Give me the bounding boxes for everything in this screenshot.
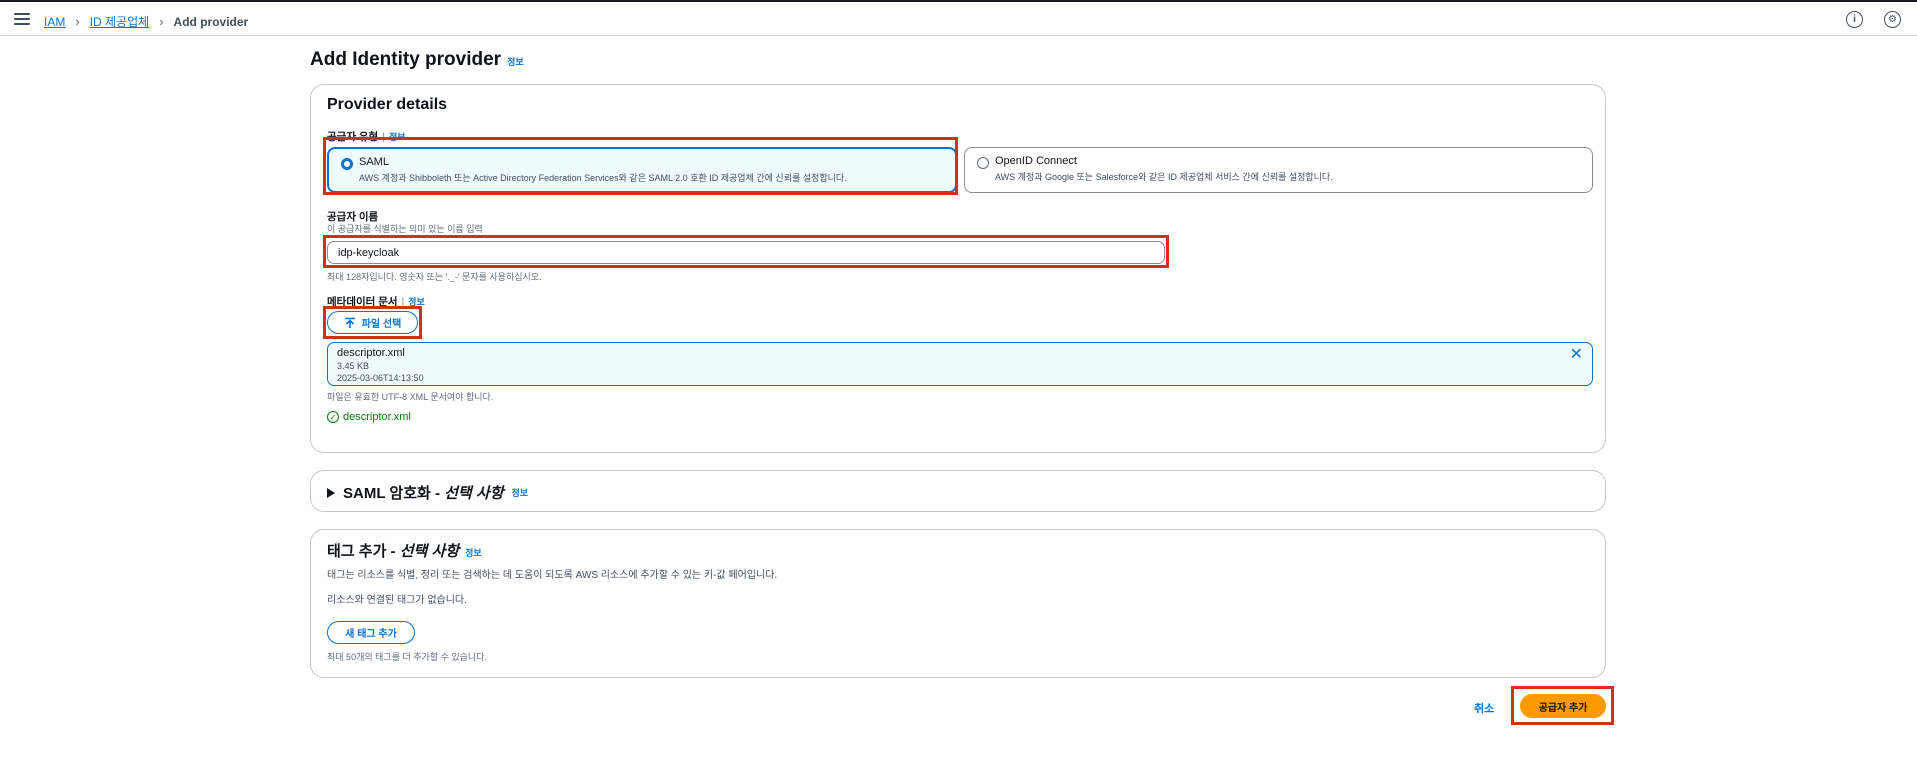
chevron-right-icon: › bbox=[159, 14, 164, 29]
file-hint: 파일은 유효한 UTF-8 XML 문서여야 합니다. bbox=[327, 392, 494, 402]
tags-description: 태그는 리소스를 식별, 정리 또는 검색하는 데 도움이 되도록 AWS 리소… bbox=[327, 570, 778, 581]
metadata-document-label-text: 메타데이터 문서 bbox=[327, 296, 398, 308]
saml-encryption-section: SAML 암호화 - 선택 사항 정보 bbox=[310, 470, 1606, 512]
info-link[interactable]: 정보 bbox=[389, 132, 406, 142]
optional-label: 선택 사항 bbox=[444, 485, 504, 502]
divider: | bbox=[382, 131, 385, 143]
metadata-document-label: 메타데이터 문서 | 정보 bbox=[327, 294, 425, 309]
info-link[interactable]: 정보 bbox=[512, 486, 529, 499]
provider-type-label: 공급자 유형 | 정보 bbox=[327, 129, 406, 144]
provider-name-description: 이 공급자를 식별하는 의미 있는 이름 입력 bbox=[327, 224, 483, 234]
add-tag-label: 새 태그 추가 bbox=[345, 629, 397, 640]
chevron-right-icon: › bbox=[75, 14, 80, 29]
menu-icon[interactable] bbox=[14, 11, 30, 27]
upload-icon bbox=[344, 317, 355, 328]
page-title-text: Add Identity provider bbox=[310, 49, 502, 70]
info-icon[interactable]: i bbox=[1846, 11, 1863, 28]
radio-option-description: AWS 계정과 Shibboleth 또는 Active Directory F… bbox=[359, 173, 847, 183]
breadcrumb-current: Add provider bbox=[173, 14, 249, 29]
radio-option-title: SAML bbox=[359, 156, 389, 168]
tags-panel: 태그 추가 - 선택 사항 정보 태그는 리소스를 식별, 정리 또는 검색하는 … bbox=[310, 529, 1606, 678]
check-circle-icon: ✓ bbox=[327, 411, 339, 423]
file-name: descriptor.xml bbox=[337, 347, 405, 359]
add-provider-button[interactable]: 공급자 추가 bbox=[1520, 694, 1606, 718]
info-link[interactable]: 정보 bbox=[465, 548, 482, 558]
upload-success: ✓ descriptor.xml bbox=[327, 411, 411, 423]
provider-details-panel: Provider details 공급자 유형 | 정보 SAML AWS 계정과 … bbox=[310, 84, 1606, 453]
tags-limit-hint: 최대 50개의 태그를 더 추가할 수 있습니다. bbox=[327, 652, 487, 662]
breadcrumb-identity-providers[interactable]: ID 제공업체 bbox=[90, 13, 150, 30]
radio-option-saml[interactable]: SAML AWS 계정과 Shibboleth 또는 Active Direct… bbox=[327, 147, 957, 193]
breadcrumb: IAM › ID 제공업체 › Add provider bbox=[44, 13, 248, 30]
file-size: 3.45 KB bbox=[337, 361, 370, 371]
provider-details-heading: Provider details bbox=[327, 96, 448, 113]
saml-encryption-heading: SAML 암호화 - 선택 사항 bbox=[343, 482, 504, 503]
breadcrumb-iam[interactable]: IAM bbox=[44, 15, 65, 29]
add-tag-button[interactable]: 새 태그 추가 bbox=[327, 621, 415, 644]
info-link[interactable]: 정보 bbox=[408, 297, 425, 307]
saml-encryption-title: SAML 암호화 - bbox=[343, 485, 445, 502]
tags-empty-text: 리소스와 연결된 태그가 없습니다. bbox=[327, 595, 467, 606]
choose-file-button[interactable]: 파일 선택 bbox=[327, 311, 418, 334]
file-date: 2025-03-06T14:13:50 bbox=[337, 373, 424, 383]
cancel-button[interactable]: 취소 bbox=[1474, 700, 1494, 716]
tags-heading: 태그 추가 - 선택 사항 정보 bbox=[327, 540, 482, 561]
provider-type-label-text: 공급자 유형 bbox=[327, 131, 379, 143]
radio-button-selected[interactable] bbox=[341, 158, 353, 170]
saml-encryption-expander[interactable]: SAML 암호화 - 선택 사항 정보 bbox=[327, 482, 528, 503]
optional-label: 선택 사항 bbox=[399, 543, 460, 560]
info-link[interactable]: 정보 bbox=[507, 57, 524, 67]
radio-option-description: AWS 계정과 Google 또는 Salesforce와 같은 ID 제공업체… bbox=[995, 172, 1333, 182]
success-file-name: descriptor.xml bbox=[343, 411, 411, 423]
top-navigation-bar: IAM › ID 제공업체 › Add provider i ⚙ bbox=[0, 2, 1917, 36]
choose-file-label: 파일 선택 bbox=[361, 319, 402, 330]
radio-option-openid-connect[interactable]: OpenID Connect AWS 계정과 Google 또는 Salesfo… bbox=[964, 147, 1593, 193]
close-icon[interactable]: ✕ bbox=[1570, 347, 1583, 363]
tags-title: 태그 추가 - bbox=[327, 543, 400, 560]
caret-right-icon bbox=[327, 487, 335, 498]
provider-name-input[interactable] bbox=[327, 241, 1165, 264]
file-token: descriptor.xml 3.45 KB 2025-03-06T14:13:… bbox=[327, 342, 1593, 386]
radio-option-title: OpenID Connect bbox=[995, 155, 1077, 167]
divider: | bbox=[401, 296, 405, 308]
page-title: Add Identity provider 정보 bbox=[310, 49, 524, 71]
provider-name-hint: 최대 128자입니다. 영숫자 또는 '._-' 문자를 사용하십시오. bbox=[327, 272, 542, 282]
settings-icon[interactable]: ⚙ bbox=[1884, 11, 1901, 28]
radio-button-unselected[interactable] bbox=[977, 157, 989, 169]
